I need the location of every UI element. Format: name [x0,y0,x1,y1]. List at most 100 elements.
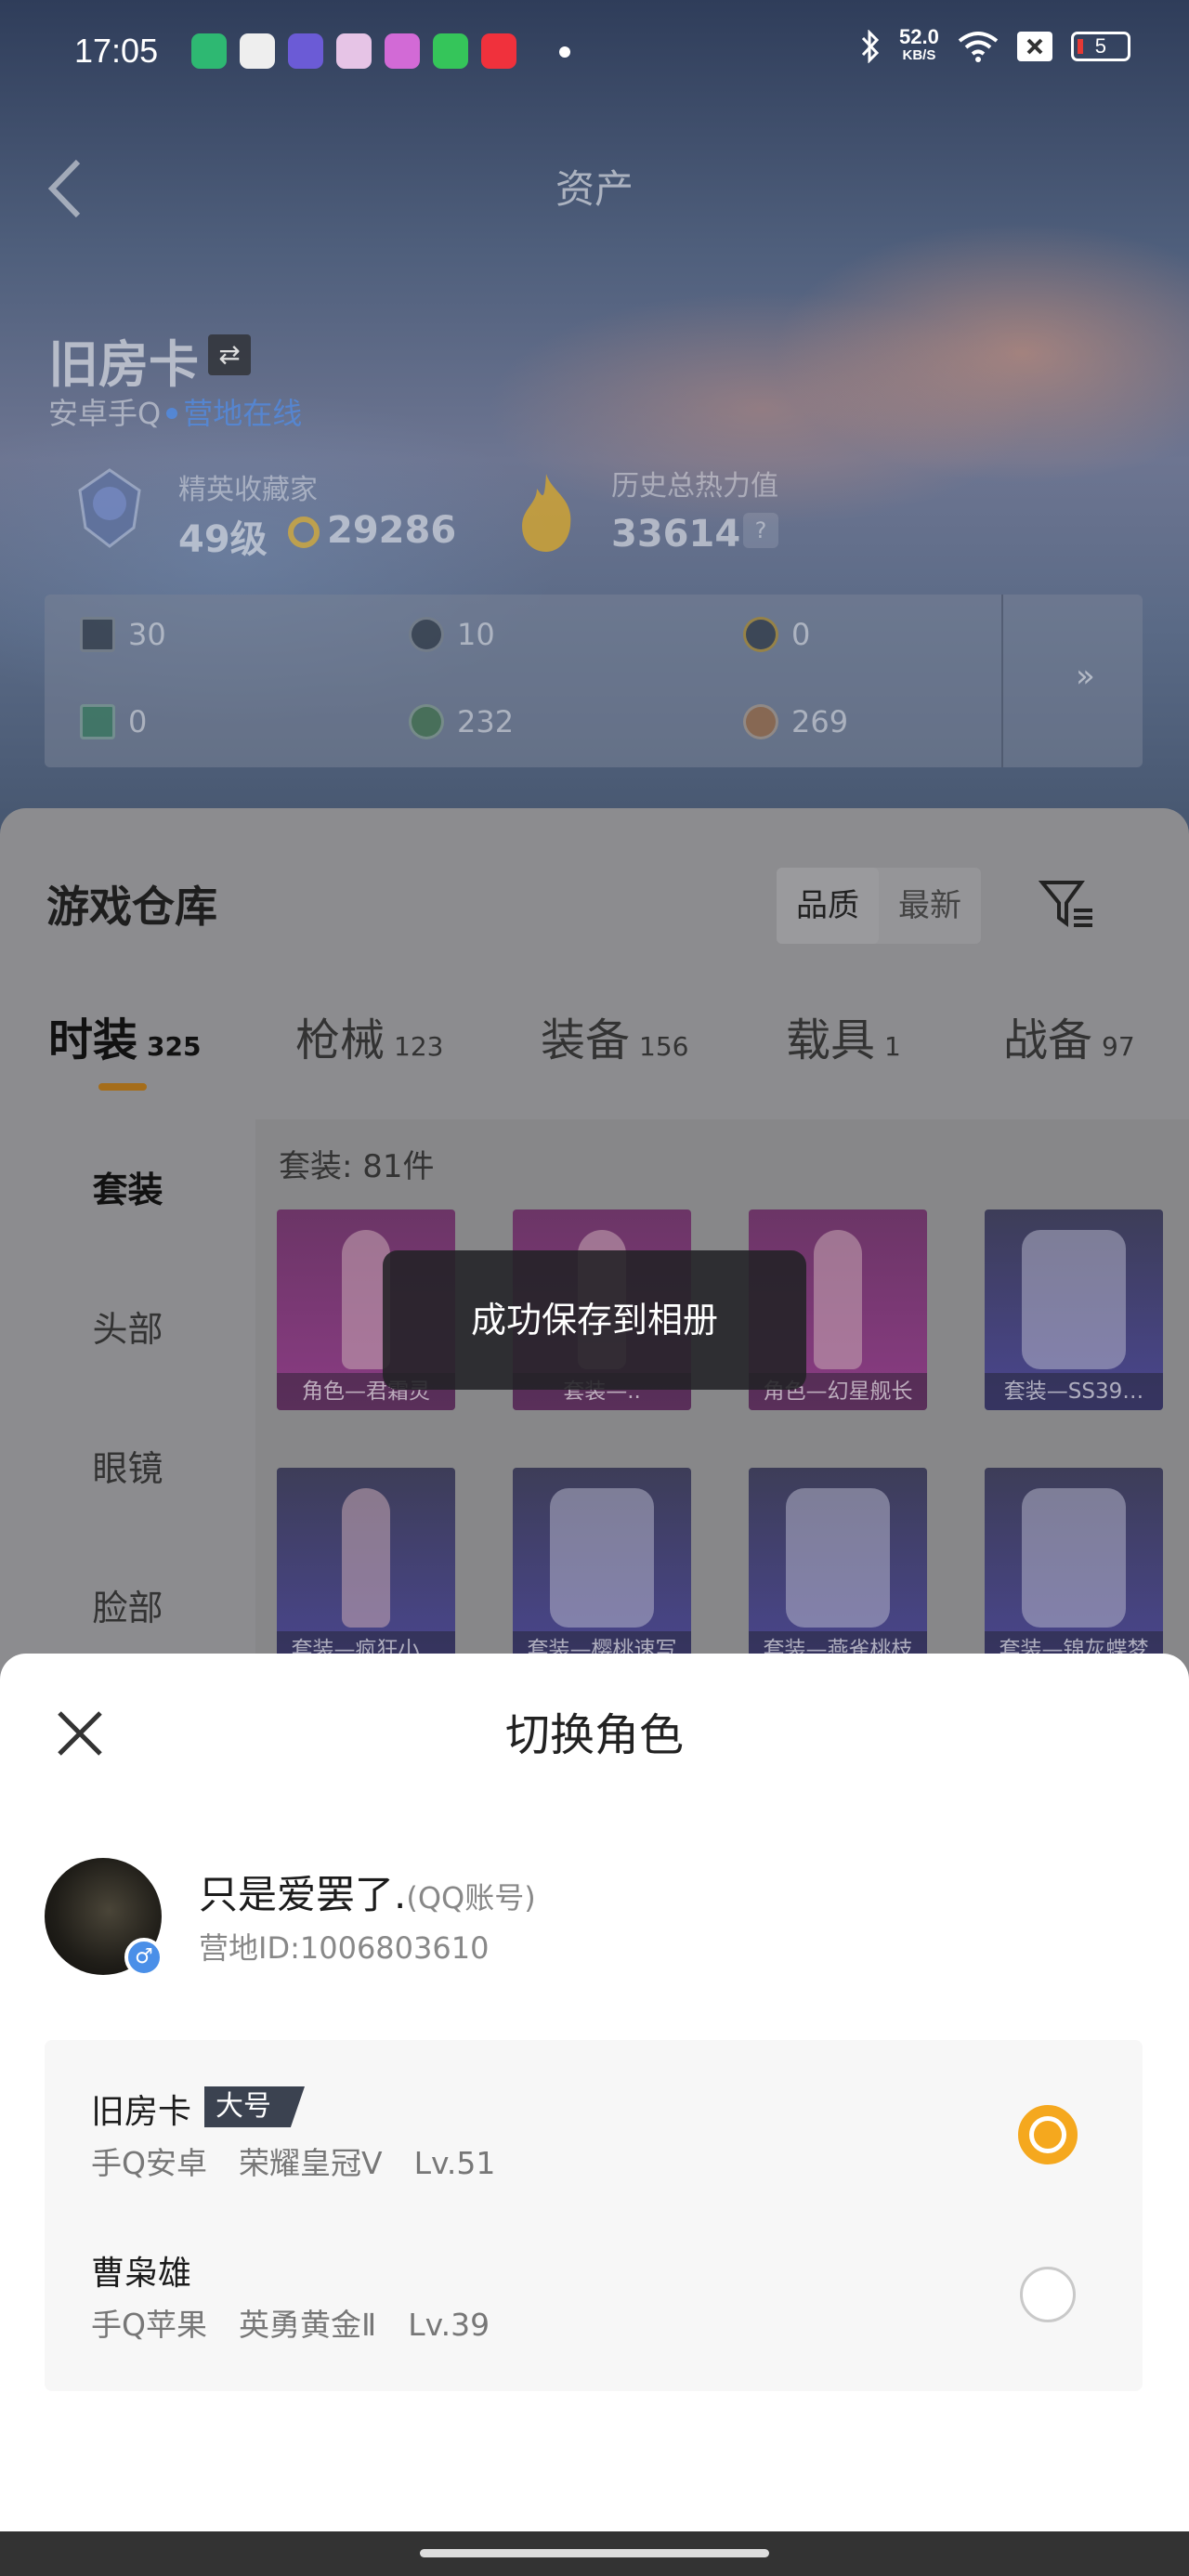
toast-message: 成功保存到相册 [383,1250,806,1390]
warehouse-title: 游戏仓库 [46,882,217,932]
switch-role-icon[interactable]: ⇄ [208,334,251,375]
battery-level: 5 [1094,34,1106,58]
platform-label: 安卓手Q [48,396,162,431]
home-indicator[interactable] [420,2549,769,2557]
collector-badge-icon [78,468,141,548]
chevron-right-double-icon[interactable]: » [1076,658,1095,695]
sim-off-icon [1016,32,1052,61]
music-app-icon [481,33,516,69]
help-icon[interactable]: ? [743,513,778,548]
resource-value: 269 [791,704,849,739]
tab-label: 枪械 [295,1014,385,1066]
role-rank: 英勇黄金Ⅱ [238,2307,377,2343]
role-info: 手Q苹果 英勇黄金Ⅱ Lv.39 [91,2300,521,2345]
notification-icons [191,33,516,69]
resource-item: 0 [743,617,810,652]
collector-label: 精英收藏家 [178,474,318,506]
tab-supplies[interactable]: 战备 97 [1003,1003,1135,1068]
filter-icon[interactable] [1039,877,1096,933]
app-notification-icon [240,33,275,69]
set-count-label: 套装: 81件 [279,1148,435,1185]
green-card-icon [80,704,115,739]
resource-value: 0 [128,704,148,739]
green-coin-icon [409,704,444,739]
role-level: Lv.39 [408,2307,490,2343]
item-caption: 套装—SS39… [985,1373,1163,1410]
speed-unit: KB/S [902,47,936,63]
user-name: 只是爱罢了. [199,1872,407,1917]
category-tabs: 时装 325 枪械 123 装备 156 载具 1 战备 97 [0,1003,1189,1087]
resource-item: 30 [80,617,166,652]
role-name[interactable]: 曹枭雄 [91,2246,191,2295]
app-notification-icon [385,33,420,69]
resource-panel [45,595,1143,767]
heat-label: 历史总热力值 [611,470,778,503]
role-name[interactable]: 旧房卡 [91,2085,191,2133]
item-figure [342,1488,390,1628]
side-item-face[interactable]: 脸部 [0,1579,255,1630]
bronze-coin-icon [743,704,778,739]
item-card[interactable]: 套装—SS39… [985,1210,1163,1410]
resource-item: 269 [743,704,848,739]
tab-label: 载具 [786,1014,876,1066]
sort-toggle: 品质 最新 [777,868,981,944]
camp-id: 营地ID:1006803610 [199,1930,490,1966]
item-figure [814,1230,862,1369]
card-icon [80,617,115,652]
account-type: (QQ账号) [406,1880,536,1916]
item-figure [1022,1488,1126,1628]
resource-divider [1001,595,1003,767]
item-card[interactable]: 套装—疯狂小… [277,1468,455,1668]
tab-count: 1 [884,1031,901,1062]
tab-fashion[interactable]: 时装 325 [48,1003,201,1068]
current-role-name: 旧房卡 [48,335,199,394]
gear-coin-icon [409,617,444,652]
battery-icon: 5 [1070,32,1130,61]
app-notification-icon [336,33,372,69]
role-platform: 手Q安卓 [91,2145,207,2181]
side-item-glasses[interactable]: 眼镜 [0,1440,255,1491]
app-notification-icon [288,33,323,69]
role-info: 手Q安卓 荣耀皇冠Ⅴ Lv.51 [91,2138,527,2183]
tab-label: 战备 [1003,1014,1093,1066]
user-name-line: 只是爱罢了.(QQ账号) [199,1863,536,1920]
tab-label: 装备 [541,1014,631,1066]
tab-label: 时装 [48,1014,138,1066]
main-account-badge: 大号 [204,2086,305,2127]
platform-line: 安卓手Q 营地在线 [48,390,302,433]
tab-vehicles[interactable]: 载具 1 [786,1003,901,1068]
resource-value: 232 [457,704,515,739]
item-card[interactable]: 套装—樱桃速写 [513,1468,691,1668]
bluetooth-icon [861,30,880,63]
resource-value: 10 [457,617,495,652]
role-radio-unselected[interactable] [1020,2267,1076,2322]
tab-guns[interactable]: 枪械 123 [295,1003,443,1068]
heat-flame-icon [522,474,571,552]
item-card[interactable]: 套装—锦灰蝶梦 [985,1468,1163,1668]
role-platform: 手Q苹果 [91,2307,207,2343]
page-title: 资产 [555,166,634,212]
resource-item: 10 [409,617,495,652]
role-radio-selected[interactable] [1018,2105,1078,2164]
resource-value: 0 [791,617,811,652]
more-notifications-dot [559,46,570,58]
coin-icon [288,517,320,548]
resource-item: 232 [409,704,514,739]
item-figure [1022,1230,1126,1369]
tab-count: 325 [147,1031,202,1062]
item-card[interactable]: 套装—燕雀桃枝 [749,1468,927,1668]
tab-count: 97 [1102,1031,1135,1062]
side-item-sets[interactable]: 套装 [0,1161,255,1212]
sort-newest-button[interactable]: 最新 [879,868,981,944]
tab-equipment[interactable]: 装备 156 [541,1003,688,1068]
item-figure [550,1488,654,1628]
resource-item: 0 [80,704,147,739]
role-level: Lv.51 [413,2145,496,2181]
speed-value: 52.0 [899,25,939,48]
tab-count: 156 [639,1031,689,1062]
sort-quality-button[interactable]: 品质 [777,868,879,944]
wifi-icon [958,32,999,62]
side-item-head[interactable]: 头部 [0,1301,255,1352]
app-notification-icon [433,33,468,69]
coin-count: 29286 [327,509,457,552]
